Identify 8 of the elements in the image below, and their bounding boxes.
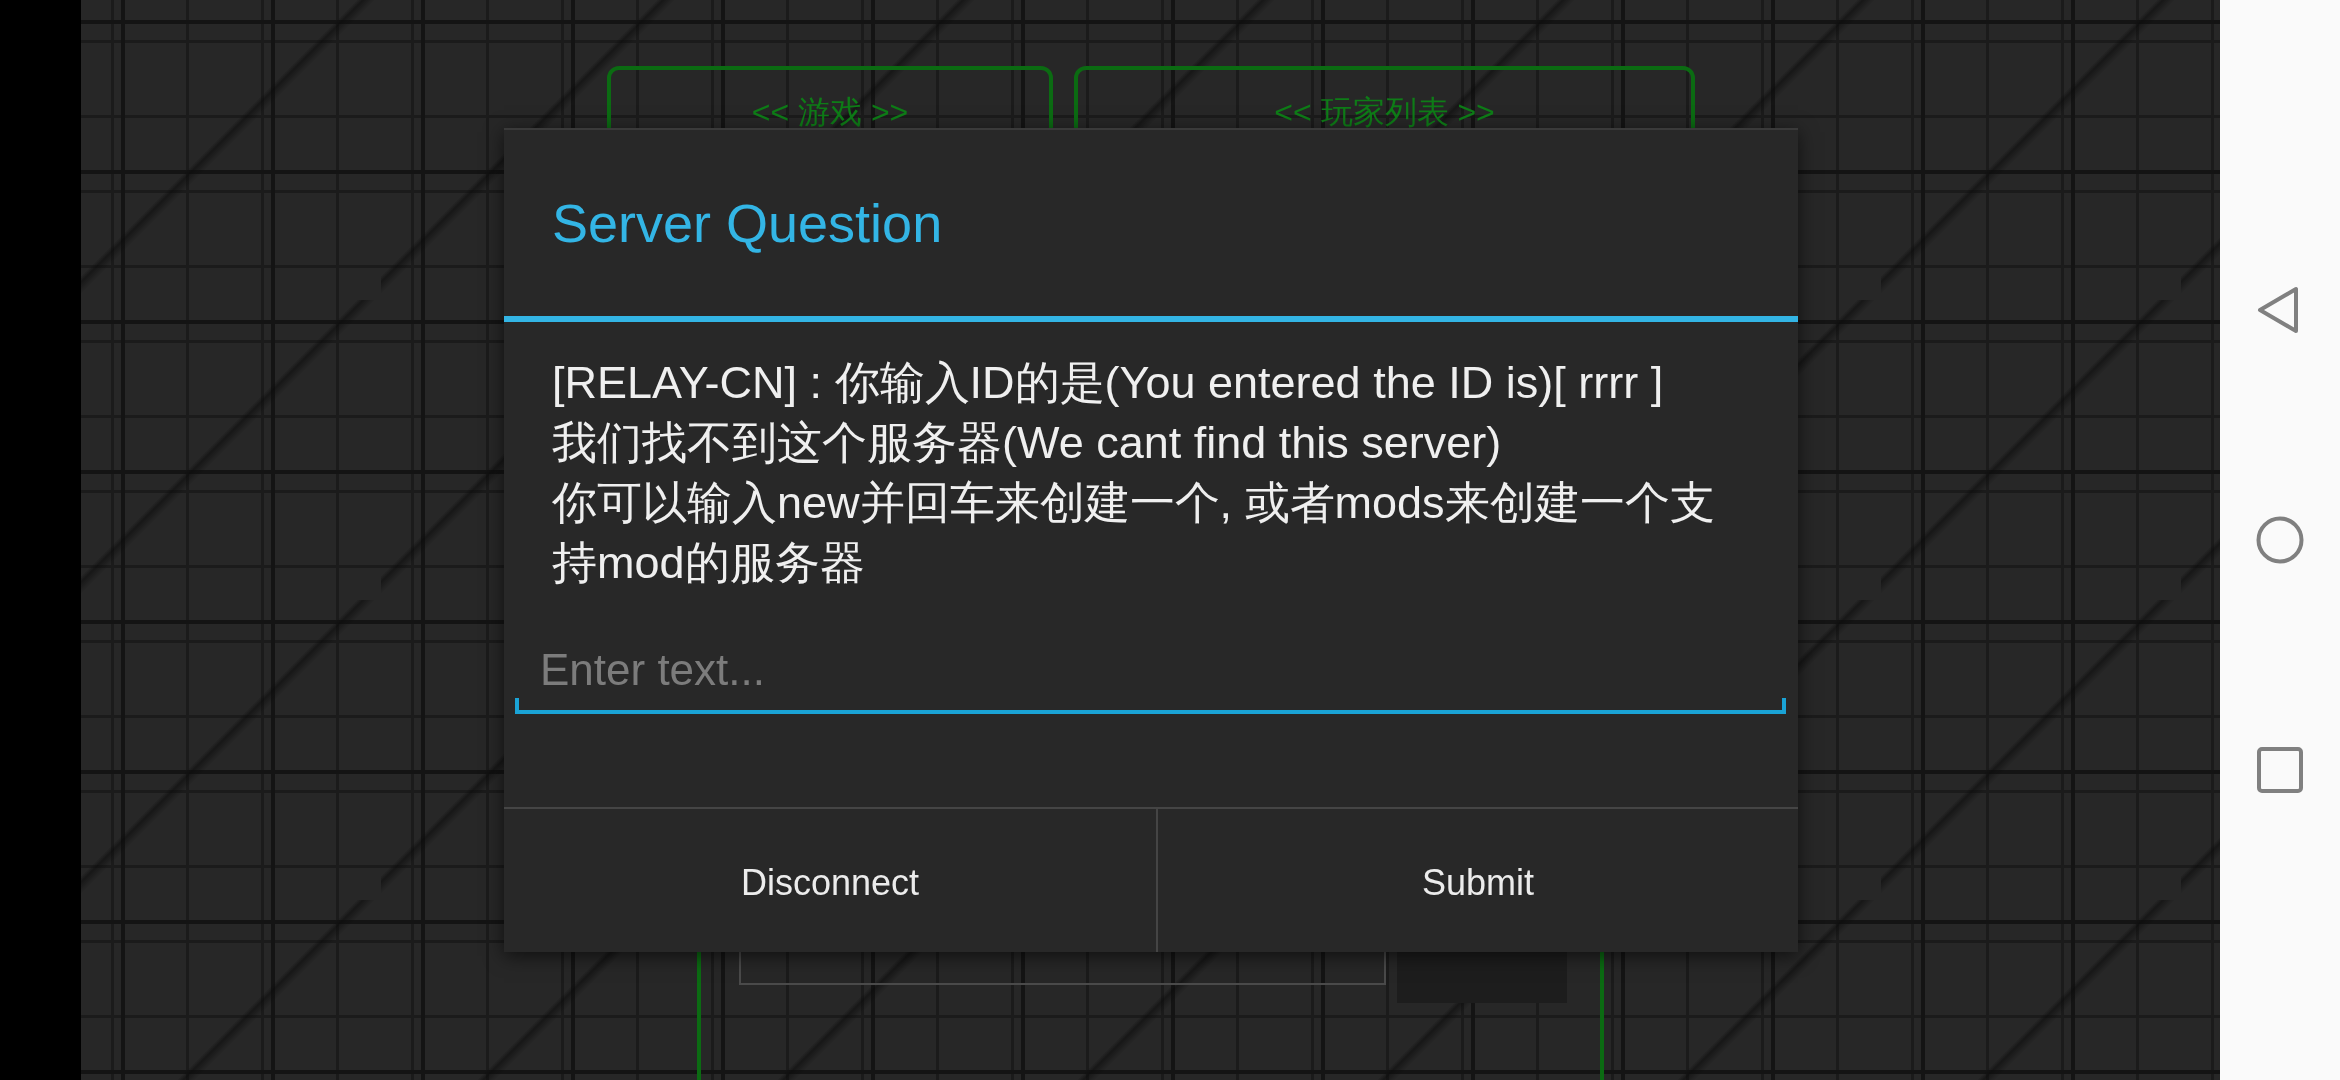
dialog-title: Server Question [552,192,943,255]
home-icon[interactable] [2256,516,2304,564]
submit-button[interactable]: Submit [1156,809,1798,952]
message-text: [RELAY-CN] : 你输入ID的是(You entered the ID is)[ rrrr ] 我们找不到这个服务器(We cant find this server) 你可以输入new并回车来创建一个, 或者mods来创建一个支持mod的服务器 [552,356,1716,590]
panel-heading: << 玩家列表 >> [1274,93,1495,132]
panel-heading: << 游戏 >> [751,93,909,132]
disconnect-button[interactable]: Disconnect [504,809,1156,952]
recents-icon[interactable] [2256,746,2304,794]
